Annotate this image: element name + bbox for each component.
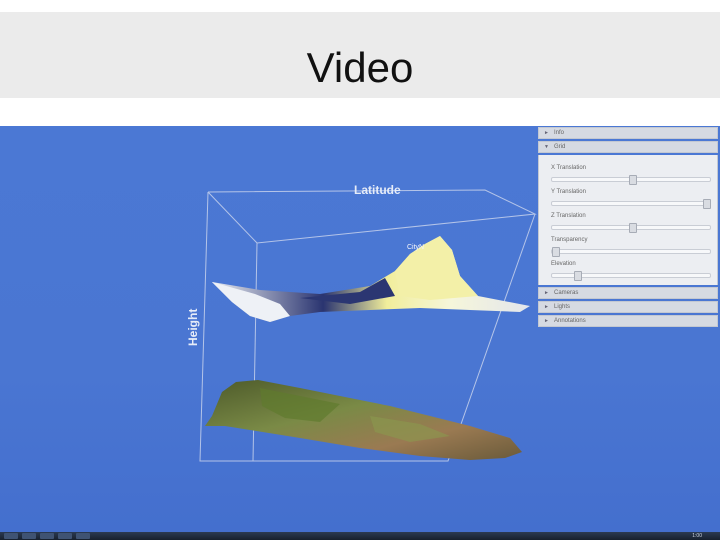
section-label: Cameras: [554, 290, 579, 296]
textured-terrain: [205, 380, 522, 460]
expand-arrow-icon: ►: [544, 130, 549, 136]
grid-controls: X Translation Y Translation Z Translatio…: [538, 155, 718, 285]
transparency-label: Transparency: [551, 237, 588, 243]
3d-viewer-canvas[interactable]: Latitude Height CityN ► Info ▼ Grid X Tr…: [0, 126, 720, 532]
section-label: Info: [554, 130, 565, 136]
elevation-label: Elevation: [551, 261, 576, 267]
latitude-axis-label: Latitude: [354, 183, 401, 197]
panel-section-annotations[interactable]: ► Annotations: [538, 315, 718, 327]
elevation-slider[interactable]: [551, 271, 711, 281]
os-taskbar: 1:00: [0, 532, 720, 540]
z-translation-label: Z Translation: [551, 213, 586, 219]
expand-arrow-icon: ►: [544, 318, 549, 324]
slider-handle[interactable]: [552, 247, 560, 257]
start-button[interactable]: [4, 533, 18, 539]
taskbar-app-button[interactable]: [22, 533, 36, 539]
slider-handle[interactable]: [629, 175, 637, 185]
city-label: CityN: [407, 244, 424, 251]
slide-title: Video: [306, 44, 414, 91]
slider-handle[interactable]: [629, 223, 637, 233]
panel-section-grid[interactable]: ▼ Grid: [538, 141, 718, 153]
y-translation-slider[interactable]: [551, 199, 711, 209]
taskbar-app-button[interactable]: [40, 533, 54, 539]
x-translation-label: X Translation: [551, 165, 587, 171]
height-axis-label: Height: [186, 309, 200, 346]
transparency-slider[interactable]: [551, 247, 711, 257]
elevation-surface: [212, 236, 530, 322]
taskbar-clock: 1:00: [692, 533, 702, 539]
taskbar-app-button[interactable]: [58, 533, 72, 539]
z-translation-slider[interactable]: [551, 223, 711, 233]
section-label: Annotations: [554, 318, 586, 324]
section-label: Lights: [554, 304, 571, 310]
expand-arrow-icon: ►: [544, 290, 549, 296]
y-translation-label: Y Translation: [551, 189, 586, 195]
control-panel: ► Info ▼ Grid X Translation Y Translatio…: [538, 127, 718, 327]
taskbar-app-button[interactable]: [76, 533, 90, 539]
slider-handle[interactable]: [574, 271, 582, 281]
slider-handle[interactable]: [703, 199, 711, 209]
panel-section-lights[interactable]: ► Lights: [538, 301, 718, 313]
collapse-arrow-icon: ▼: [544, 144, 549, 150]
section-label: Grid: [554, 144, 566, 150]
panel-section-cameras[interactable]: ► Cameras: [538, 287, 718, 299]
panel-section-info[interactable]: ► Info: [538, 127, 718, 139]
x-translation-slider[interactable]: [551, 175, 711, 185]
expand-arrow-icon: ►: [544, 304, 549, 310]
